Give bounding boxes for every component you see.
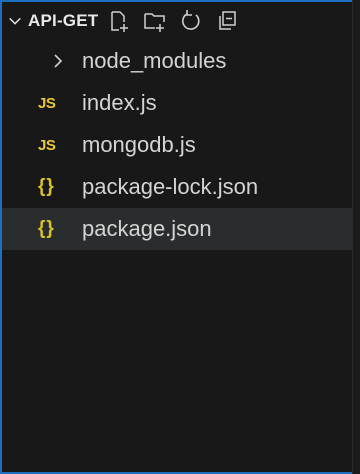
refresh-icon: [182, 10, 200, 30]
new-file-icon: [111, 11, 129, 32]
tree-item-label: package-lock.json: [82, 174, 259, 199]
new-file-button[interactable]: [106, 8, 132, 34]
new-folder-icon: [144, 13, 166, 32]
tree-item-mongodb-js[interactable]: JS mongodb.js: [2, 124, 353, 166]
tree-item-package-lock-json[interactable]: {} package-lock.json: [2, 166, 353, 208]
json-file-icon: {}: [38, 218, 55, 239]
new-folder-button[interactable]: [142, 8, 168, 34]
json-file-icon: {}: [38, 176, 55, 197]
explorer-actions: [106, 8, 240, 34]
chevron-right-icon[interactable]: [50, 53, 66, 69]
tree-item-index-js[interactable]: JS index.js: [2, 82, 353, 124]
file-tree: node_modules JS index.js JS mongodb.js {…: [2, 40, 353, 250]
tree-item-label: index.js: [82, 90, 157, 115]
collapse-all-icon: [219, 11, 237, 30]
explorer-folder-header[interactable]: API-GET: [2, 2, 353, 40]
js-file-icon: JS: [38, 136, 56, 154]
folder-title: API-GET: [28, 11, 99, 30]
refresh-button[interactable]: [178, 8, 204, 34]
tree-item-package-json[interactable]: {} package.json: [2, 208, 353, 250]
tree-item-node-modules[interactable]: node_modules: [2, 40, 353, 82]
collapse-all-button[interactable]: [214, 8, 240, 34]
explorer-panel: API-GET node_modules JS index.js JS mong…: [0, 0, 353, 474]
tree-item-label: mongodb.js: [82, 132, 196, 157]
tree-item-label: node_modules: [82, 48, 227, 73]
js-file-icon: JS: [38, 94, 56, 112]
chevron-down-icon[interactable]: [8, 14, 22, 28]
tree-item-label: package.json: [82, 216, 212, 241]
scrollbar-track[interactable]: [352, 0, 360, 474]
